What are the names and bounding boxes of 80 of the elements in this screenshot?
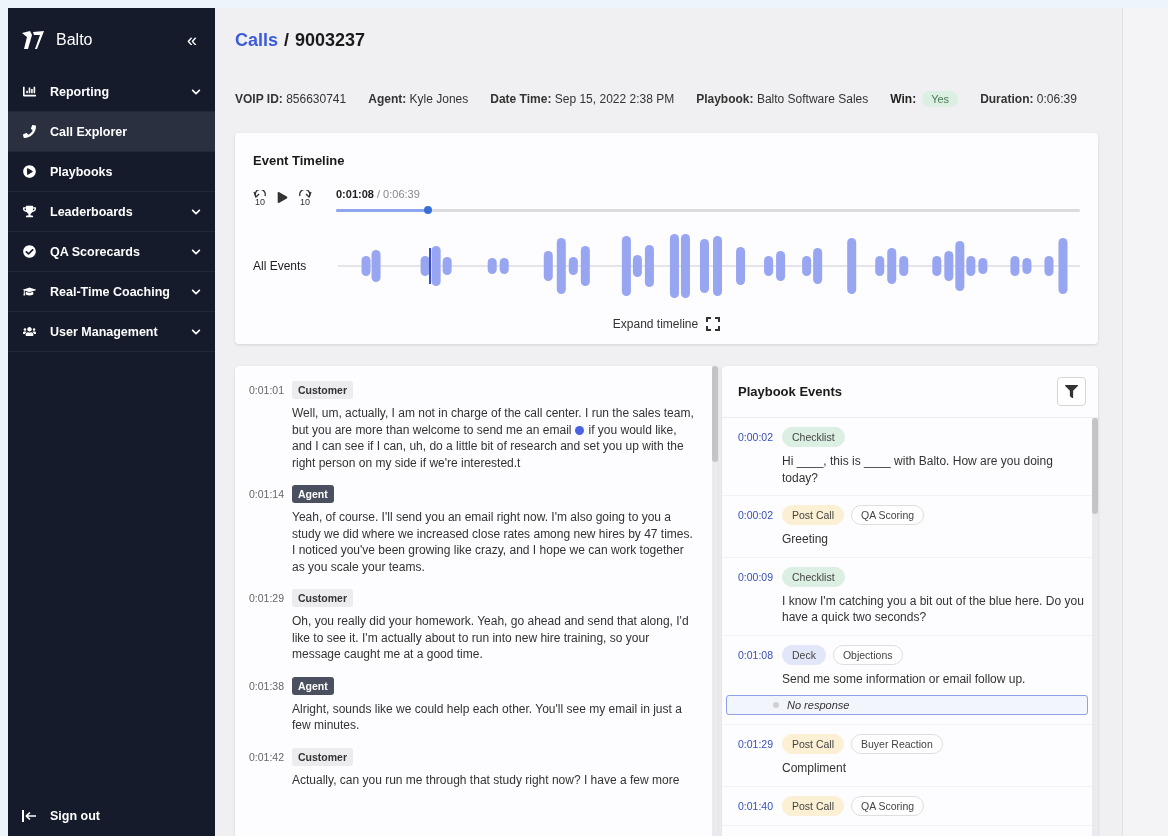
- event-time-link[interactable]: 0:01:08: [738, 648, 782, 661]
- forward-button[interactable]: 10: [298, 190, 312, 207]
- users-icon: [22, 325, 36, 338]
- brand-name: Balto: [56, 31, 94, 49]
- bar-chart-icon: [22, 85, 36, 98]
- meta-field: VOIP ID: 856630741: [235, 92, 347, 106]
- meta-field: Duration: 0:06:39: [980, 92, 1077, 106]
- timestamp: 0:01:29: [249, 592, 286, 604]
- type-tag: Post Call: [782, 734, 844, 754]
- event-text: Hi ____, this is ____ with Balto. How are you doing today?: [782, 453, 1054, 486]
- speaker-tag: Agent: [292, 676, 334, 695]
- event-time-link[interactable]: 0:00:09: [738, 570, 782, 583]
- event-text: I know I'm catching you a bit out of the blue here. Do you have a quick two seconds?: [782, 592, 1084, 626]
- status-badge: Yes: [922, 91, 959, 107]
- sidebar-item-label: Leaderboards: [50, 204, 134, 219]
- speaker-tag: Customer: [292, 589, 353, 607]
- card-title: Playbook Events: [738, 384, 843, 399]
- category-tag: Buyer Reaction: [851, 734, 943, 754]
- playback-time: 0:01:08 / 0:06:39: [336, 188, 421, 200]
- transcript-text: Well, um, actually, I am not in charge of the call center. I run the sales team, but you are more than welcome to send me an email if you would like, and I can see if I can, uh, do a little bit of research and set you up with the right person on my side if we're interested.t: [292, 405, 695, 471]
- trophy-icon: [22, 205, 36, 218]
- playhead-dot-icon: [575, 425, 585, 435]
- progress-slider[interactable]: [336, 209, 1080, 212]
- sidebar-item-label: QA Scorecards: [50, 244, 141, 259]
- dot-icon: [773, 702, 779, 708]
- category-tag: QA Scoring: [851, 795, 925, 816]
- type-tag: Checklist: [782, 427, 845, 447]
- category-tag: Objections: [832, 644, 903, 665]
- collapse-button[interactable]: «: [183, 29, 201, 51]
- filter-icon: [1065, 385, 1078, 398]
- speaker-tag: Customer: [292, 747, 353, 766]
- breadcrumb-separator: /: [284, 30, 290, 51]
- speaker-tag: Agent: [292, 485, 334, 503]
- type-tag: Post Call: [782, 505, 844, 525]
- event-time-link[interactable]: 0:00:02: [738, 509, 782, 521]
- event-time-link[interactable]: 0:00:02: [738, 431, 782, 443]
- transcript-text: Alright, sounds like we could help each other. You'll see my email in just a few minutes.: [292, 700, 683, 734]
- card-title: Event Timeline: [253, 153, 346, 168]
- event-text: Send me some information or email follow up.: [782, 670, 1027, 687]
- category-tag: QA Scoring: [851, 505, 925, 525]
- timestamp: 0:01:01: [249, 384, 286, 396]
- event-time-link[interactable]: 0:01:40: [738, 799, 782, 812]
- row-label: All Events: [253, 259, 308, 273]
- meta-field: Date Time: Sep 15, 2022 2:38 PM: [490, 92, 675, 106]
- expand-timeline-button[interactable]: Expand timeline: [606, 316, 727, 332]
- type-tag: Checklist: [782, 566, 845, 587]
- graduation-cap-icon: [22, 285, 36, 298]
- expand-icon: [706, 317, 721, 331]
- transcript-text: Yeah, of course. I'll send you an email right now. I'm also going to you a study we did where we increased close rates among new hires by 47 times. I noticed you've been growing like crazy, and I hope we can work together as you scale your teams.: [292, 509, 694, 575]
- timestamp: 0:01:42: [249, 750, 286, 763]
- response-text: No response: [787, 699, 850, 711]
- sidebar-item-label: Playbooks: [50, 164, 114, 179]
- transcript-text: Oh, you really did your homework. Yeah, go ahead and send that along, I'd like to see it. I'm actually about to run into new hire training, so your message caught me at a good time.: [292, 613, 690, 663]
- sidebar-item-label: Real-Time Coaching: [50, 284, 171, 299]
- sidebar-item-label: User Management: [50, 324, 159, 339]
- play-button[interactable]: [277, 192, 288, 205]
- timestamp: 0:01:38: [249, 679, 286, 692]
- sign-out-icon: [22, 810, 36, 822]
- filter-button[interactable]: [1057, 377, 1086, 406]
- sidebar-item-label: Reporting: [50, 84, 111, 99]
- meta-field: Agent: Kyle Jones: [368, 92, 469, 106]
- page-title: 9003237: [295, 30, 366, 51]
- event-text: Compliment: [782, 760, 848, 777]
- phone-icon: [22, 125, 36, 138]
- meta-field: Playbook: Balto Software Sales: [696, 92, 869, 106]
- transcript-text: Actually, can you run me through that study right now? I have a few more: [292, 771, 681, 788]
- slider-thumb[interactable]: [424, 206, 433, 214]
- sign-out-link[interactable]: Sign out: [8, 796, 215, 836]
- response-row[interactable]: No response: [726, 695, 1088, 715]
- sidebar-item[interactable]: Call Explorer: [8, 112, 215, 152]
- timestamp: 0:01:14: [249, 488, 286, 500]
- rewind-button[interactable]: 10: [253, 190, 267, 207]
- breadcrumb-link[interactable]: Calls: [235, 30, 279, 51]
- event-text: Greeting: [782, 531, 830, 548]
- type-tag: Post Call: [782, 795, 844, 816]
- speaker-tag: Customer: [292, 381, 353, 399]
- event-time-link[interactable]: 0:01:29: [738, 738, 782, 750]
- meta-label: Win:: [890, 92, 917, 106]
- sidebar-item-label: Call Explorer: [50, 124, 129, 139]
- type-tag: Deck: [782, 644, 826, 665]
